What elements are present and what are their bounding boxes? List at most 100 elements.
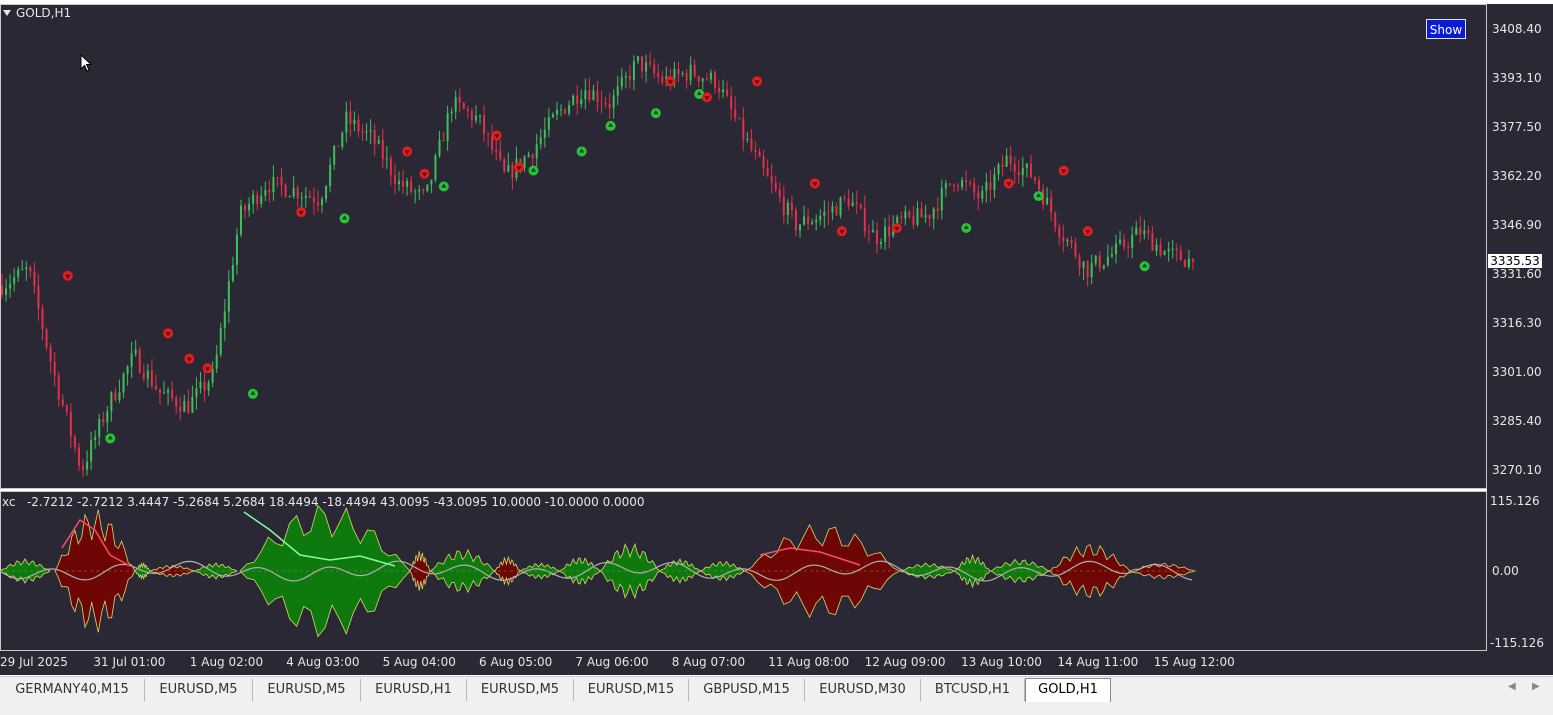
candle <box>272 165 275 201</box>
indicator-label: xc -2.7212 -2.7212 3.4447 -5.2684 5.2684… <box>2 495 645 509</box>
price-axis-label: 3285.40 <box>1492 414 1542 428</box>
candle <box>260 186 263 208</box>
candle <box>661 70 664 86</box>
chart-title-text: GOLD,H1 <box>16 6 72 20</box>
candle <box>957 183 959 192</box>
candle <box>1033 176 1036 185</box>
chart-tab[interactable]: GERMANY40,M15 <box>0 679 145 701</box>
candle <box>624 71 627 89</box>
candle <box>989 169 992 202</box>
candle <box>171 380 174 402</box>
candle <box>381 128 384 169</box>
candle <box>1106 244 1109 268</box>
candle <box>454 90 457 120</box>
candle <box>604 97 607 108</box>
candle <box>13 268 16 292</box>
candle <box>527 151 530 158</box>
candle <box>754 141 757 160</box>
candle <box>697 75 700 88</box>
candle <box>507 152 510 173</box>
sell-arrow-icon <box>296 207 307 218</box>
candle <box>1029 154 1032 179</box>
candle <box>69 403 72 449</box>
candle <box>1054 211 1057 233</box>
time-axis-label: 1 Aug 02:00 <box>189 655 264 669</box>
chart-tab[interactable]: BTCUSD,H1 <box>921 679 1025 701</box>
candle <box>803 205 806 226</box>
candle <box>438 131 441 158</box>
chart-tab[interactable]: EURUSD,M15 <box>574 679 689 701</box>
scroll-left-icon[interactable]: ◀ <box>1508 681 1516 692</box>
candle <box>422 187 425 195</box>
candle <box>689 56 692 86</box>
candle <box>827 201 830 225</box>
candle <box>138 346 141 374</box>
candle <box>746 132 749 143</box>
candle <box>1159 238 1162 258</box>
candle <box>430 179 433 194</box>
indicator-name: xc <box>2 495 16 509</box>
candle <box>794 206 797 237</box>
candle <box>600 90 603 114</box>
candle <box>722 79 725 99</box>
candle <box>397 171 400 191</box>
candle <box>612 89 615 119</box>
chart-canvas <box>0 52 1197 638</box>
candle <box>308 190 311 199</box>
chart-tab[interactable]: EURUSD,M5 <box>253 679 361 701</box>
candle <box>1050 190 1053 221</box>
candle <box>948 183 951 187</box>
candle <box>900 211 903 225</box>
candle <box>1119 230 1122 246</box>
candle <box>734 96 737 122</box>
candle <box>928 214 931 227</box>
candle <box>333 144 336 171</box>
sell-arrow-icon <box>419 168 430 179</box>
chart-tab[interactable]: EURUSD,M5 <box>467 679 574 701</box>
candle <box>1171 239 1174 259</box>
candle <box>1009 146 1012 172</box>
candle <box>45 327 48 351</box>
chart-symbol-title[interactable]: GOLD,H1 <box>3 6 71 20</box>
candle <box>1098 251 1101 273</box>
scroll-right-icon[interactable]: ▶ <box>1532 681 1540 692</box>
candle <box>750 129 753 153</box>
candle <box>37 274 40 321</box>
candle <box>681 71 684 77</box>
sell-arrow-icon <box>1003 178 1014 189</box>
candle <box>466 106 469 119</box>
chart-tab[interactable]: GBPUSD,M15 <box>689 679 805 701</box>
chart-tab[interactable]: EURUSD,M5 <box>145 679 253 701</box>
candle <box>248 196 251 217</box>
candle <box>175 395 178 414</box>
buy-arrow-icon <box>247 388 258 399</box>
chart-tab-bar: GERMANY40,M15 EURUSD,M5 EURUSD,M5 EURUSD,H1… <box>0 676 1553 703</box>
candle <box>495 139 498 161</box>
candle <box>17 266 20 283</box>
candle <box>21 260 24 271</box>
candle <box>304 187 307 208</box>
candle <box>815 214 818 231</box>
candle <box>1001 154 1004 177</box>
show-button[interactable]: Show <box>1426 19 1466 39</box>
chart-tab[interactable]: GOLD,H1 <box>1025 678 1111 702</box>
candle <box>973 177 976 201</box>
sell-arrow-icon <box>184 353 195 364</box>
candle <box>373 123 376 156</box>
candle <box>709 69 712 84</box>
chart-tab[interactable]: EURUSD,M30 <box>805 679 921 701</box>
sell-arrow-icon <box>1058 165 1069 176</box>
dropdown-triangle-icon[interactable] <box>3 10 11 16</box>
candle <box>349 100 352 137</box>
candle <box>831 201 834 221</box>
candle <box>1191 258 1194 271</box>
candle <box>130 342 133 379</box>
candle <box>653 58 656 79</box>
candle <box>264 181 267 202</box>
candle <box>1074 237 1077 259</box>
candle <box>997 162 1000 181</box>
candle <box>985 172 988 203</box>
candle <box>1187 250 1190 270</box>
candle <box>1066 237 1069 247</box>
chart-tab[interactable]: EURUSD,H1 <box>361 679 467 701</box>
